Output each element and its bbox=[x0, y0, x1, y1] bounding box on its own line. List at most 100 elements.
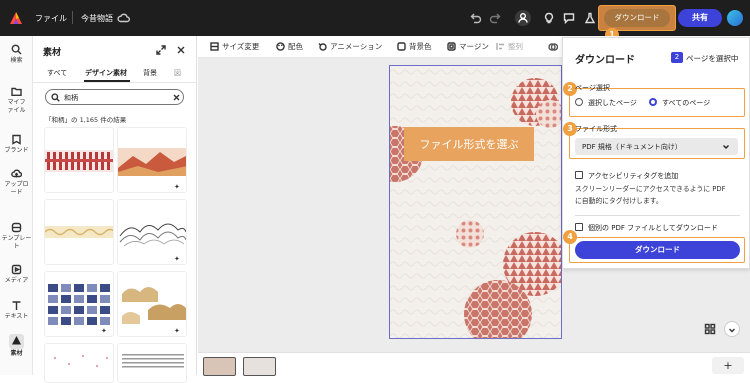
rail-search[interactable]: 検索 bbox=[0, 44, 33, 65]
collaborators-button[interactable] bbox=[515, 10, 531, 26]
file-menu[interactable]: ファイル bbox=[35, 13, 67, 24]
animation-button[interactable]: アニメーション bbox=[318, 41, 382, 52]
lines-thumb bbox=[122, 354, 184, 368]
premium-icon: ✦ bbox=[174, 183, 180, 191]
panel-title: 素材 bbox=[43, 48, 62, 58]
undo-icon[interactable] bbox=[470, 12, 482, 24]
share-button[interactable]: 共有 bbox=[678, 9, 722, 27]
design-page[interactable] bbox=[389, 65, 562, 339]
chevron-down-icon bbox=[729, 328, 735, 333]
divider bbox=[575, 215, 740, 216]
square-icon bbox=[397, 42, 406, 51]
align-label: 整列 bbox=[508, 42, 523, 51]
asset-thumb[interactable] bbox=[44, 127, 114, 193]
rail-label: テキスト bbox=[4, 313, 29, 320]
tab-all[interactable]: すべて bbox=[47, 68, 67, 78]
resize-button[interactable]: サイズ変更 bbox=[210, 41, 259, 52]
template-icon bbox=[11, 222, 22, 233]
radio-all-pages[interactable] bbox=[649, 98, 657, 106]
download-button-top[interactable]: ダウンロード bbox=[604, 9, 670, 27]
premium-icon: ✦ bbox=[174, 327, 180, 335]
grid-view-icon[interactable] bbox=[704, 323, 716, 335]
close-icon[interactable] bbox=[176, 45, 186, 55]
rail-elements[interactable]: 素材 bbox=[0, 334, 33, 358]
animation-label: アニメーション bbox=[330, 42, 383, 51]
asset-thumb[interactable]: ✦ bbox=[44, 271, 114, 337]
tab-more[interactable]: 図 bbox=[174, 68, 181, 78]
red-pattern-thumb bbox=[45, 150, 113, 172]
download-panel-title: ダウンロード bbox=[575, 55, 635, 66]
shapes-icon bbox=[12, 336, 21, 345]
cloud-icon bbox=[117, 13, 130, 23]
page-thumb-2[interactable] bbox=[243, 357, 276, 376]
background-color-button[interactable]: 背景色 bbox=[397, 41, 432, 52]
radio-selected-pages[interactable] bbox=[575, 98, 583, 106]
callout-choose-format: ファイル形式を選ぶ bbox=[404, 127, 534, 161]
brand-icon bbox=[12, 134, 21, 145]
rail-label: マイファイル bbox=[7, 99, 26, 114]
plus-icon: + bbox=[723, 359, 733, 372]
download-button[interactable]: ダウンロード bbox=[575, 241, 740, 259]
resize-label: サイズ変更 bbox=[222, 42, 260, 51]
file-format-value: PDF 規格（ドキュメント向け） bbox=[582, 143, 682, 151]
expand-icon[interactable] bbox=[156, 45, 166, 55]
download-panel: ダウンロード 2 ページを選択中 2 ページ選択 選択したページ すべてのページ… bbox=[562, 37, 750, 269]
colors-button[interactable]: 配色 bbox=[276, 41, 303, 52]
asset-thumb[interactable] bbox=[44, 199, 114, 265]
tab-backgrounds[interactable]: 背景 bbox=[143, 68, 157, 78]
redo-icon[interactable] bbox=[489, 12, 501, 24]
search-value: 和柄 bbox=[64, 94, 78, 102]
adobe-express-logo[interactable] bbox=[9, 11, 23, 25]
folder-icon bbox=[11, 87, 22, 96]
premium-icon: ✦ bbox=[174, 255, 180, 263]
file-format-dropdown[interactable]: PDF 規格（ドキュメント向け） bbox=[575, 138, 738, 155]
search-icon bbox=[51, 93, 60, 102]
rail-label: アップロード bbox=[4, 181, 29, 196]
asset-thumb[interactable]: ✦ bbox=[117, 199, 187, 265]
search-input[interactable]: 和柄 bbox=[45, 89, 184, 105]
rail-templates[interactable]: テンプレート bbox=[0, 222, 33, 251]
align-button[interactable]: 整列 bbox=[496, 41, 523, 52]
background-color-label: 背景色 bbox=[409, 42, 432, 51]
media-icon bbox=[11, 264, 22, 275]
avatar[interactable] bbox=[727, 10, 743, 26]
more-tools-icon[interactable] bbox=[548, 42, 558, 52]
document-title[interactable]: 今昔物語 bbox=[81, 13, 113, 24]
palette-icon bbox=[276, 42, 285, 51]
comment-icon[interactable] bbox=[563, 12, 575, 24]
margin-icon bbox=[447, 42, 456, 51]
separate-pdf-label: 個別の PDF ファイルとしてダウンロード bbox=[588, 224, 718, 232]
margin-label: マージン bbox=[459, 42, 489, 51]
rail-upload[interactable]: アップロード bbox=[0, 168, 33, 197]
page-count-badge: 2 bbox=[671, 52, 683, 63]
add-page-button[interactable]: + bbox=[712, 357, 744, 374]
rail-text[interactable]: テキスト bbox=[0, 300, 33, 321]
rail-label: 素材 bbox=[10, 350, 23, 357]
zoom-menu-button[interactable] bbox=[724, 321, 740, 337]
gold-border-thumb bbox=[45, 226, 113, 238]
separate-pdf-checkbox[interactable] bbox=[575, 223, 583, 231]
tabs-divider bbox=[33, 82, 197, 83]
accessibility-label: アクセシビリティタグを追加 bbox=[588, 172, 679, 180]
accessibility-checkbox[interactable] bbox=[575, 171, 583, 179]
asset-thumb[interactable]: ✦ bbox=[117, 271, 187, 337]
elements-panel: 素材 すべて デザイン素材 背景 図 和柄 「和柄」の 1,165 件の結果 ✦ bbox=[33, 36, 197, 383]
page-thumb-1[interactable] bbox=[203, 357, 236, 376]
clear-icon[interactable] bbox=[173, 94, 180, 101]
margin-button[interactable]: マージン bbox=[447, 41, 489, 52]
divider bbox=[72, 11, 73, 24]
rail-brand[interactable]: ブランド bbox=[0, 134, 33, 155]
tab-design-elements[interactable]: デザイン素材 bbox=[85, 68, 127, 78]
japanese-pattern-artwork bbox=[390, 66, 561, 338]
asset-thumb[interactable]: ✦ bbox=[117, 127, 187, 193]
asset-thumb[interactable] bbox=[117, 343, 187, 383]
accessibility-desc-1: スクリーンリーダーにアクセスできるように PDF bbox=[575, 185, 726, 193]
flask-icon[interactable] bbox=[584, 12, 596, 24]
lightbulb-icon[interactable] bbox=[543, 12, 555, 24]
upload-cloud-icon bbox=[11, 169, 22, 178]
step-4-badge: 4 bbox=[563, 230, 577, 244]
asset-thumb[interactable] bbox=[44, 343, 114, 383]
rail-media[interactable]: メディア bbox=[0, 264, 33, 285]
resize-icon bbox=[210, 42, 219, 51]
rail-my-files[interactable]: マイファイル bbox=[0, 86, 33, 115]
